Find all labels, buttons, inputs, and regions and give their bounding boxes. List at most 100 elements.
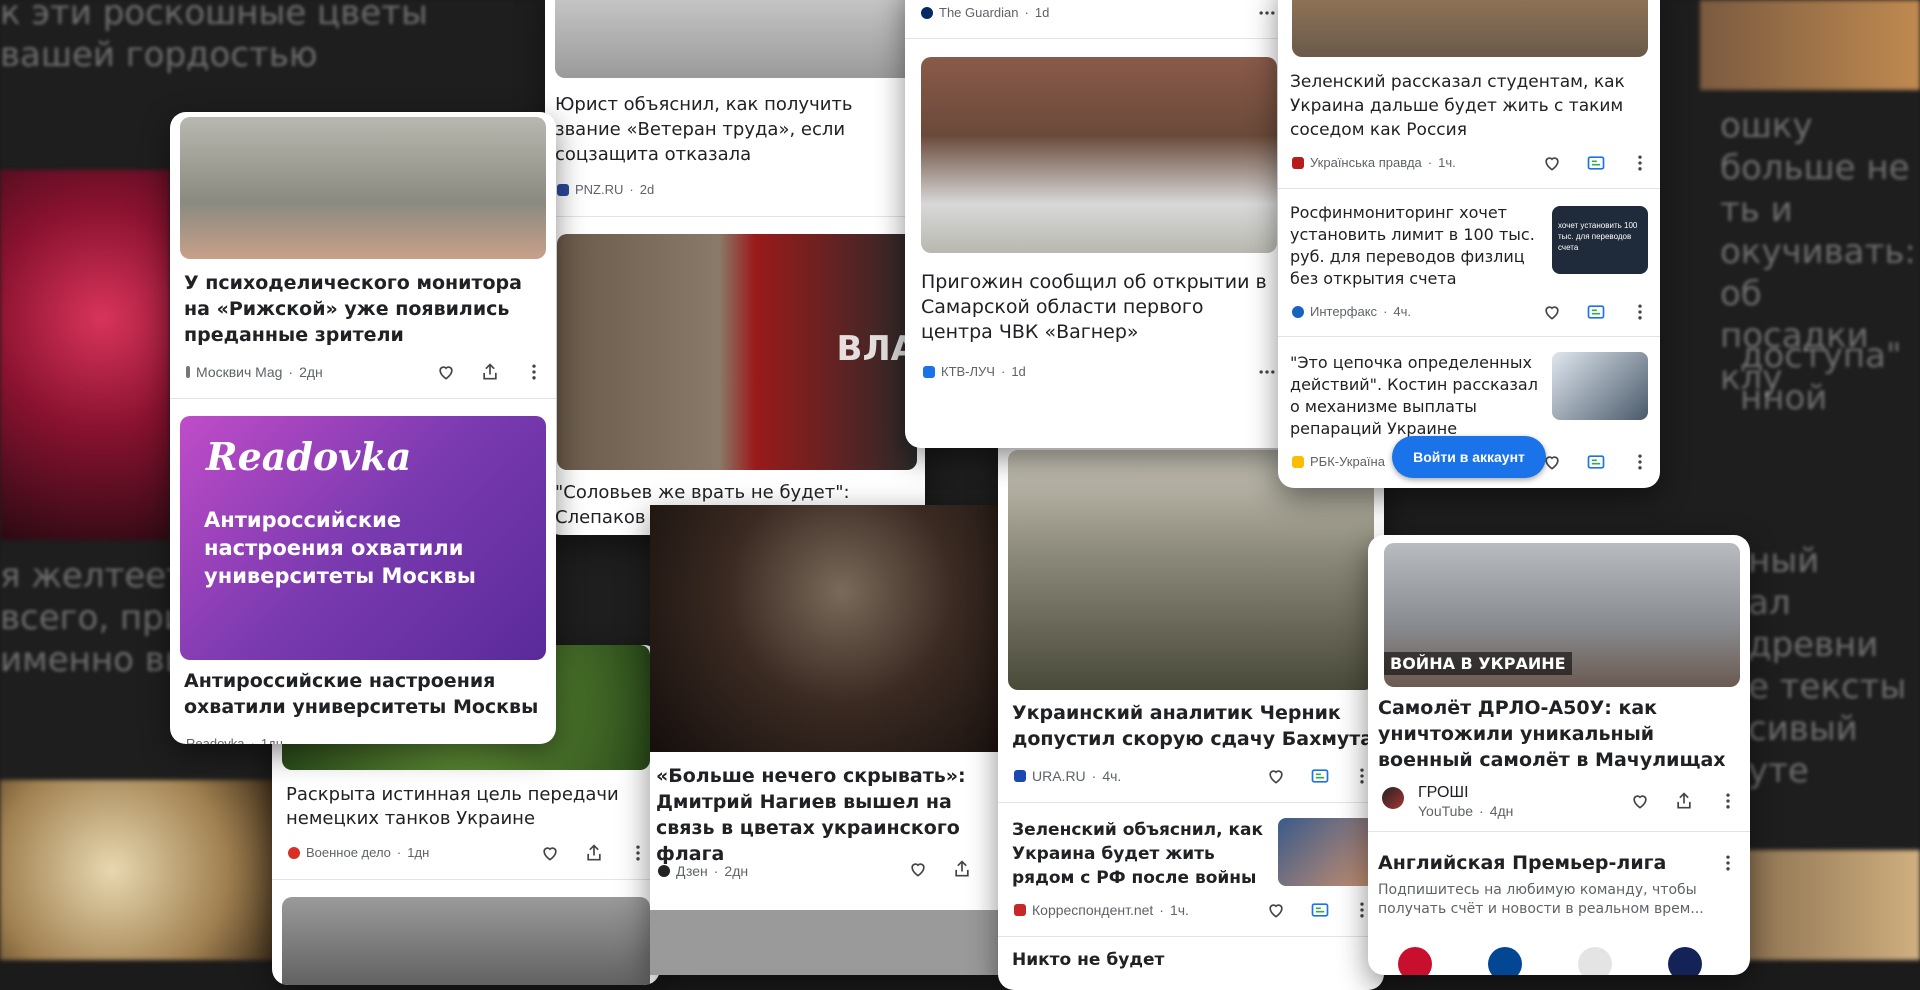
league-more-icon[interactable]: [1718, 853, 1738, 873]
plane-share-icon[interactable]: [1674, 791, 1694, 811]
nagiev-like-icon[interactable]: [908, 859, 928, 879]
item1-title[interactable]: Зеленский рассказал студентам, как Украи…: [1290, 70, 1650, 142]
prigozhin-more-icon[interactable]: [1257, 362, 1277, 382]
rizhskaya-time: 2дн: [299, 364, 323, 380]
divider: [170, 398, 556, 399]
team-badge-1[interactable]: [1398, 947, 1432, 975]
team-badge-3[interactable]: [1578, 947, 1612, 975]
news-card-veteran[interactable]: Юрист объяснил, как получить звание «Вет…: [545, 0, 925, 535]
korrespondent-logo-icon: [1014, 904, 1026, 916]
rizhskaya-more-icon[interactable]: [524, 362, 544, 382]
rizhskaya-share-icon[interactable]: [480, 362, 500, 382]
prigozhin-source: КТВ-ЛУЧ: [941, 364, 995, 379]
nagiev-image: [650, 505, 998, 752]
plane-platform: YouTube: [1418, 803, 1474, 819]
gray-texture-image: [650, 910, 998, 975]
item1-more-icon[interactable]: [1630, 153, 1650, 173]
item2-title[interactable]: Росфинмониторинг хочет установить лимит …: [1290, 202, 1540, 290]
zelensky2-like-icon[interactable]: [1266, 900, 1286, 920]
portrait-image: [282, 897, 650, 985]
item2-thumbnail: хочет установить 100 тыс. для переводов …: [1552, 206, 1648, 274]
tanks-time: 1дн: [407, 845, 430, 860]
item1-meta: Українська правда · 1ч.: [1292, 155, 1456, 170]
plane-like-icon[interactable]: [1630, 791, 1650, 811]
rizhskaya-title[interactable]: У психоделического монитора на «Рижской»…: [184, 270, 544, 348]
item3-meta: РБК-Україна: [1292, 454, 1385, 469]
tanks-title[interactable]: Раскрыта истинная цель передачи немецких…: [286, 783, 646, 831]
tanks-source: Военное дело: [306, 845, 391, 860]
wagner-image: [921, 57, 1277, 253]
tanks-more-icon[interactable]: [628, 843, 648, 863]
guardian-time: 1d: [1034, 5, 1050, 20]
divider: [998, 802, 1384, 803]
subway-image: [180, 117, 546, 259]
item1-coverage-icon[interactable]: [1586, 153, 1606, 173]
item3-title[interactable]: "Это цепочка определенных действий". Кос…: [1290, 352, 1540, 440]
plane-title[interactable]: Самолёт ДРЛО-А50У: как уничтожили уникал…: [1378, 695, 1742, 773]
rizhskaya-like-icon[interactable]: [436, 362, 456, 382]
item3-coverage-icon[interactable]: [1586, 452, 1606, 472]
guardian-meta: The Guardian · 1d: [921, 5, 1049, 20]
team-badge-2[interactable]: [1488, 947, 1522, 975]
channel-avatar[interactable]: [1382, 787, 1404, 809]
divider: [1368, 831, 1750, 832]
channel-name[interactable]: ГРОШІ: [1418, 784, 1469, 802]
background-food-image: [0, 780, 280, 960]
slepakov-image: ВЛА: [557, 234, 917, 470]
ktv-logo-icon: [923, 365, 935, 378]
zelensky2-coverage-icon[interactable]: [1310, 900, 1330, 920]
prigozhin-title[interactable]: Пригожин сообщил об открытии в Самарской…: [921, 270, 1281, 345]
item2-more-icon[interactable]: [1630, 302, 1650, 322]
news-card-prigozhin[interactable]: The Guardian · 1d Пригожин сообщил об отк…: [905, 0, 1293, 448]
readovka-meta: Readovka · 1дн: [186, 736, 283, 744]
plane-more-icon[interactable]: [1718, 791, 1738, 811]
tanks-like-icon[interactable]: [540, 843, 560, 863]
veteran-title[interactable]: Юрист объяснил, как получить звание «Вет…: [555, 92, 917, 167]
readovka-title[interactable]: Антироссийские настроения охватили униве…: [184, 668, 544, 720]
nagiev-source: Дзен: [676, 863, 708, 879]
item1-time: 1ч.: [1438, 155, 1456, 170]
plane-image: ВОЙНА В УКРАИНЕ: [1384, 543, 1740, 687]
item1-like-icon[interactable]: [1542, 153, 1562, 173]
bg-text-5: доступа" нной: [1740, 336, 1902, 418]
tanks-share-icon[interactable]: [584, 843, 604, 863]
stairs-image: [555, 0, 917, 78]
ura-logo-icon: [1014, 770, 1026, 782]
item3-more-icon[interactable]: [1630, 452, 1650, 472]
chernik-meta: URA.RU · 4ч.: [1014, 768, 1121, 784]
pnz-logo-icon: [557, 183, 569, 196]
news-card-chernik[interactable]: Украинский аналитик Черник допустил скор…: [998, 430, 1384, 990]
bg-text-1: к эти роскошные цветы: [0, 0, 428, 33]
plane-meta: YouTube · 4дн: [1418, 803, 1514, 819]
dzen-logo-icon: [658, 865, 670, 877]
bg-text-6: ный ал древни е тексты сивый уте: [1748, 541, 1907, 791]
chernik-title[interactable]: Украинский аналитик Черник допустил скор…: [1012, 700, 1374, 752]
nagiev-title[interactable]: «Больше нечего скрывать»: Дмитрий Нагиев…: [656, 763, 996, 867]
news-card-rizhskaya[interactable]: У психоделического монитора на «Рижской»…: [170, 112, 556, 744]
league-title[interactable]: Английская Премьер-лига: [1378, 851, 1708, 875]
guardian-logo-icon: [921, 6, 933, 19]
news-card-nagiev[interactable]: «Больше нечего скрывать»: Дмитрий Нагиев…: [650, 505, 998, 975]
item2-like-icon[interactable]: [1542, 302, 1562, 322]
nagiev-share-icon[interactable]: [952, 859, 972, 879]
item2-coverage-icon[interactable]: [1586, 302, 1606, 322]
guardian-more-icon[interactable]: [1257, 3, 1277, 23]
team-badge-4[interactable]: [1668, 947, 1702, 975]
item3-thumbnail: [1552, 352, 1648, 420]
bg-text-3: я желтеет всего, при именно вы: [0, 556, 192, 680]
bottom-peek-title[interactable]: Никто не будет: [1012, 948, 1312, 972]
chernik-coverage-icon[interactable]: [1310, 766, 1330, 786]
chernik-like-icon[interactable]: [1266, 766, 1286, 786]
prigozhin-time: 1d: [1011, 364, 1026, 379]
guardian-source: The Guardian: [939, 5, 1019, 20]
background-right-image: [1700, 0, 1920, 90]
ukrpravda-logo-icon: [1292, 156, 1304, 169]
news-card-plane[interactable]: ВОЙНА В УКРАИНЕ Самолёт ДРЛО-А50У: как у…: [1368, 535, 1750, 975]
item2-meta: Интерфакс · 4ч.: [1292, 304, 1411, 319]
signin-button[interactable]: Войти в аккаунт: [1392, 436, 1546, 478]
news-card-right-column[interactable]: Зеленский рассказал студентам, как Украи…: [1278, 0, 1660, 488]
interfax-logo-icon: [1292, 305, 1304, 318]
plane-image-caption: ВОЙНА В УКРАИНЕ: [1384, 652, 1572, 675]
zelensky2-title[interactable]: Зеленский объяснил, как Украина будет жи…: [1012, 818, 1267, 890]
background-right-lower-image: [1740, 850, 1920, 960]
